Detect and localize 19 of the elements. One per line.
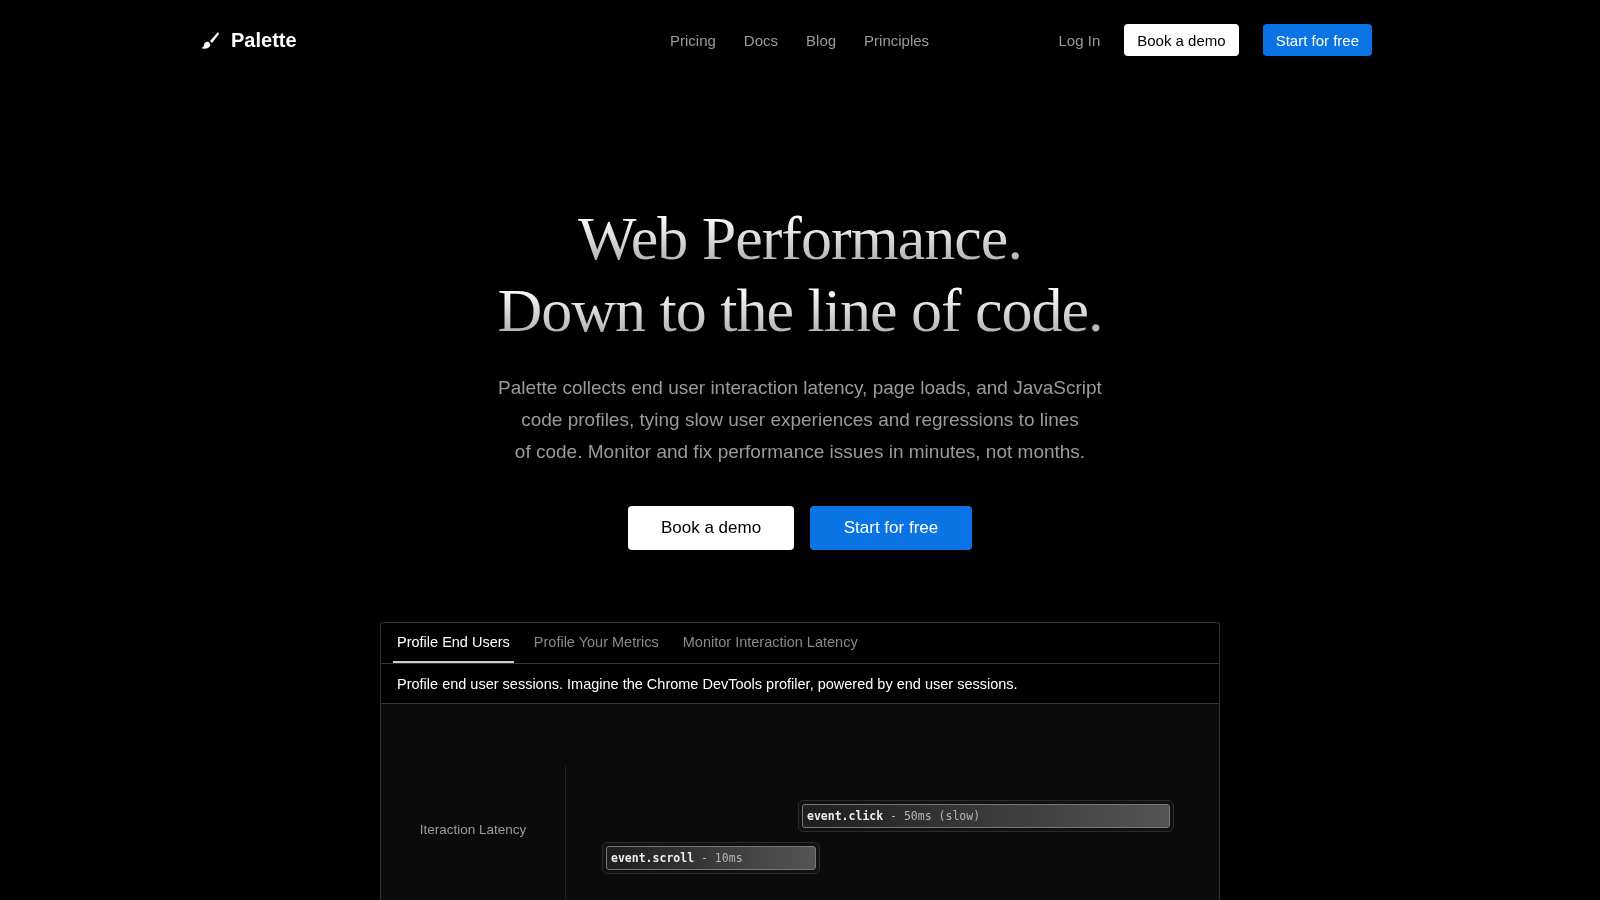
tab[interactable]: Monitor Interaction Latency: [678, 623, 862, 663]
hero-description: Palette collects end user interaction latency, page loads, and JavaScript code profiles, tying slow user experiences and regressions to lines of code. Monitor and fix performance issues in minutes, not months.: [498, 376, 1102, 464]
nav-link[interactable]: Principles: [864, 31, 930, 49]
login-link[interactable]: Log In: [1058, 31, 1101, 49]
brush-icon: [200, 30, 220, 50]
event-bar[interactable]: event.click - 50ms (slow): [798, 800, 1174, 832]
event-bar[interactable]: event.scroll - 10ms: [602, 842, 820, 874]
book-demo-button[interactable]: Book a demo: [1124, 24, 1239, 56]
nav-link[interactable]: Docs: [743, 31, 779, 49]
nav-link[interactable]: Pricing: [670, 31, 716, 49]
logo-text: Palette: [231, 28, 297, 52]
start-free-button[interactable]: Start for free: [810, 506, 972, 550]
start-free-button[interactable]: Start for free: [1262, 24, 1372, 56]
tab[interactable]: Profile Your Metrics: [529, 623, 663, 663]
nav-link[interactable]: Blog: [806, 31, 837, 49]
book-demo-button[interactable]: Book a demo: [628, 506, 794, 550]
panel-description: Profile end user sessions. Imagine the Chrome DevTools profiler, powered by end user sessions.: [397, 675, 1018, 692]
tab[interactable]: Profile End Users: [393, 623, 514, 663]
row-label: Iteraction Latency: [419, 822, 527, 839]
